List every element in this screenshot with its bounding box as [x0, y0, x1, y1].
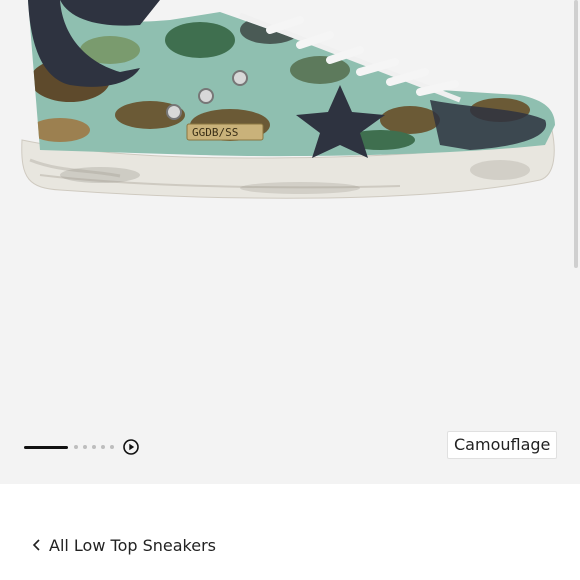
- color-label: Camouflage: [447, 431, 558, 459]
- carousel-dot[interactable]: [110, 445, 114, 449]
- carousel-dot[interactable]: [83, 445, 87, 449]
- chevron-left-icon: [32, 539, 40, 551]
- breadcrumb[interactable]: All Low Top Sneakers: [32, 533, 216, 557]
- carousel-dot[interactable]: [74, 445, 78, 449]
- carousel-dot[interactable]: [92, 445, 96, 449]
- product-badge-text: GGDB/SS: [192, 126, 238, 139]
- image-carousel-indicator[interactable]: [24, 438, 139, 456]
- breadcrumb-link[interactable]: All Low Top Sneakers: [49, 536, 216, 555]
- play-circle-icon[interactable]: [123, 439, 139, 455]
- vertical-scrollbar[interactable]: [574, 0, 578, 268]
- carousel-dot-active[interactable]: [24, 445, 68, 449]
- product-image-gallery[interactable]: GGDB/SS Camouflage: [0, 0, 580, 484]
- carousel-dot[interactable]: [101, 445, 105, 449]
- product-image[interactable]: GGDB/SS: [0, 0, 580, 230]
